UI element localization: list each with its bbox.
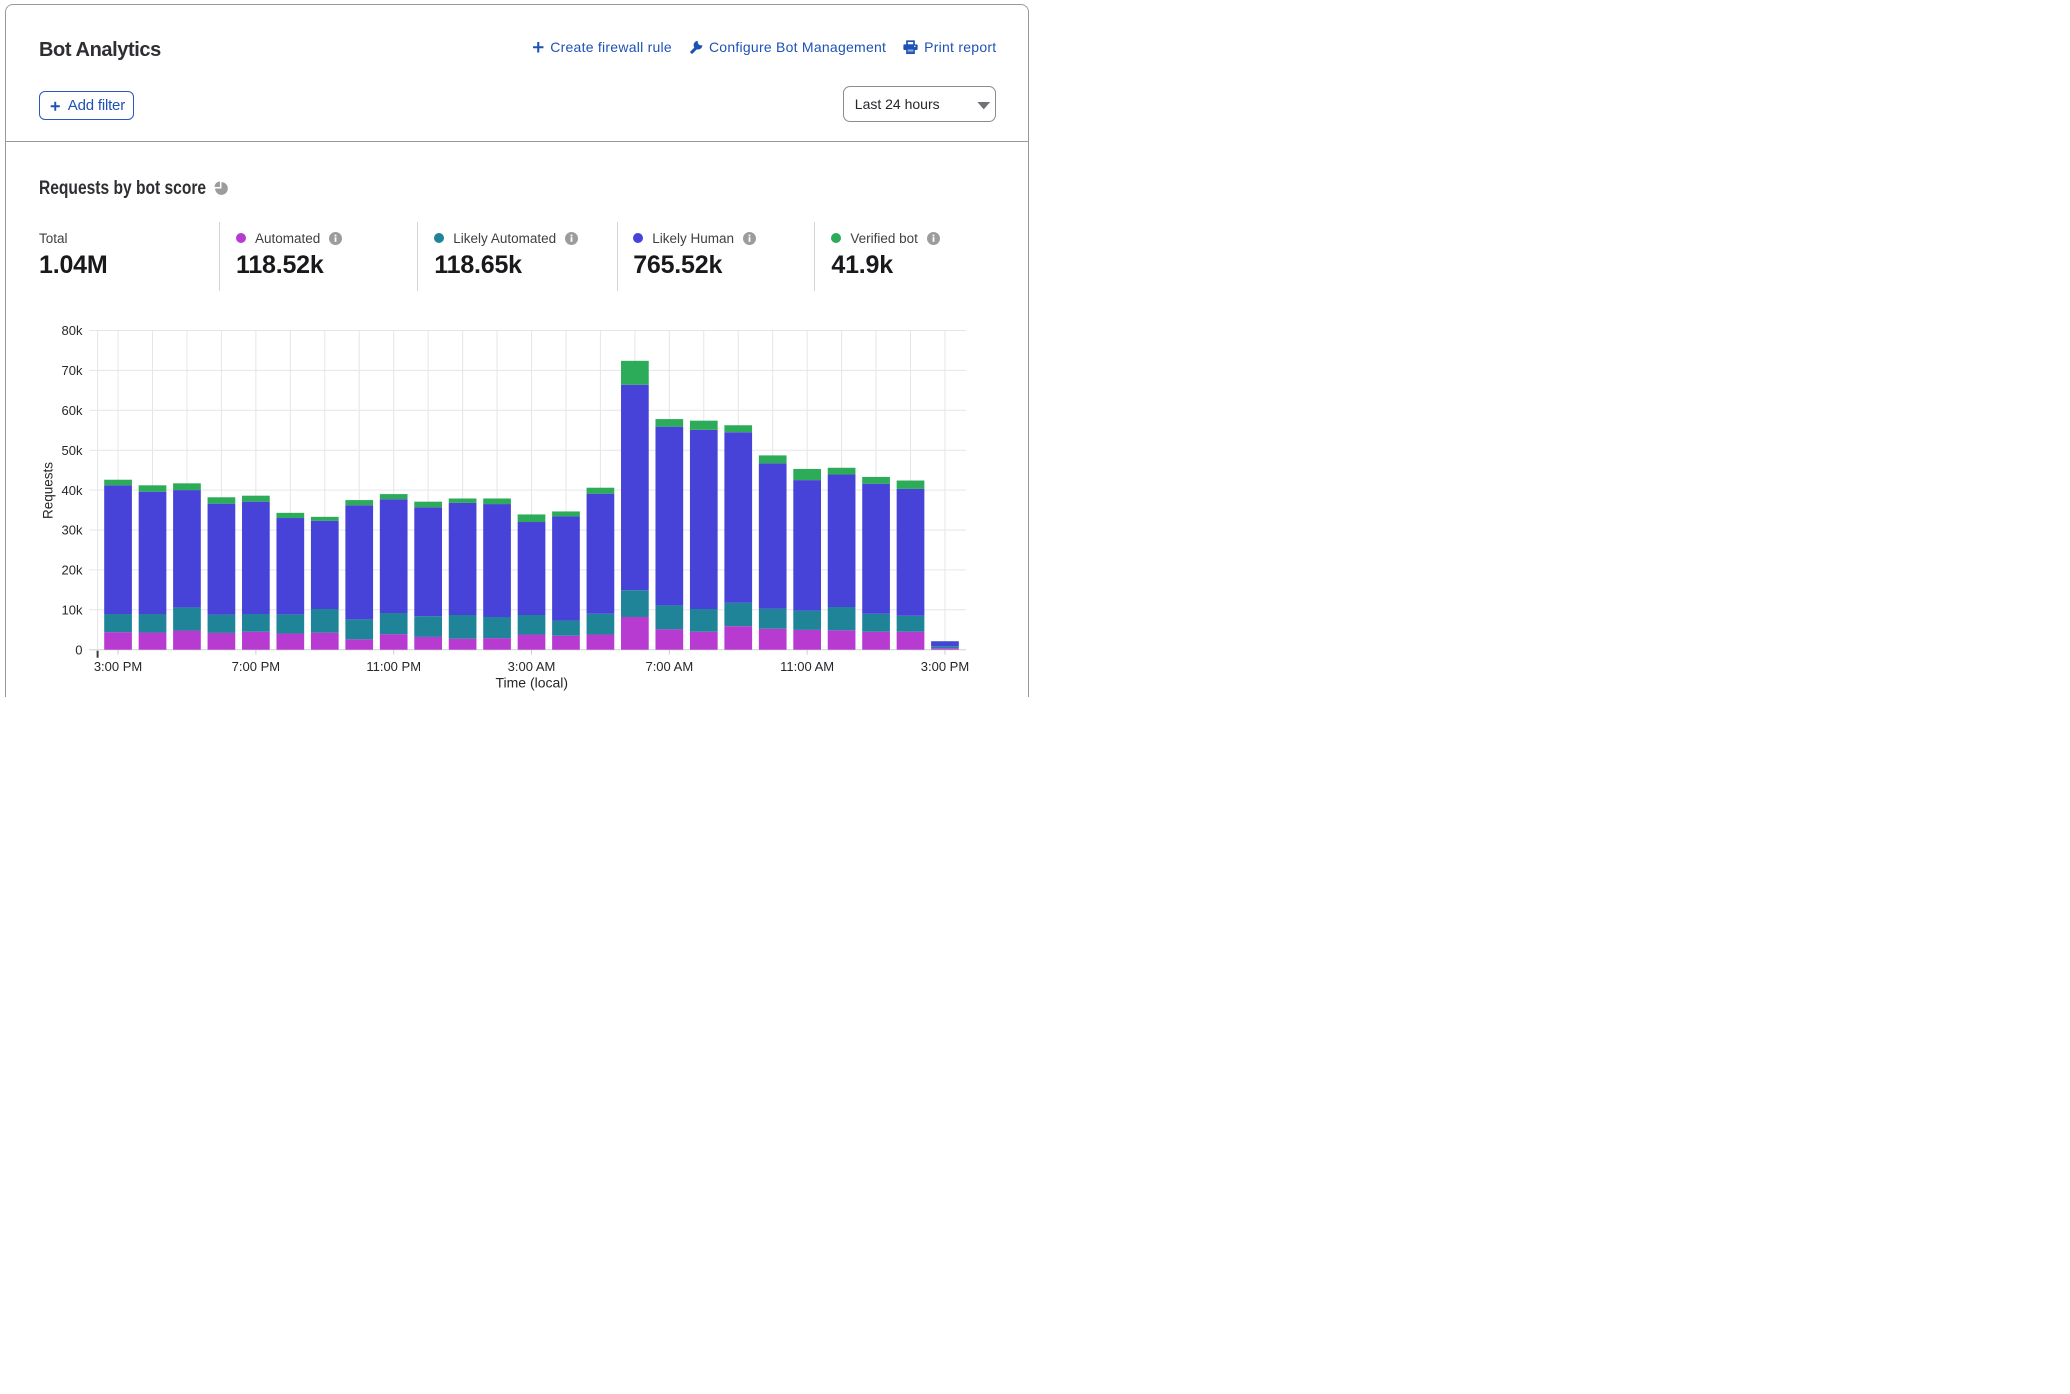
svg-text:0: 0 [75, 642, 82, 657]
svg-text:60k: 60k [62, 403, 83, 418]
svg-text:Time (local): Time (local) [495, 675, 568, 691]
svg-text:11:00 AM: 11:00 AM [780, 659, 834, 674]
svg-text:7:00 AM: 7:00 AM [645, 659, 693, 674]
svg-text:70k: 70k [62, 363, 83, 378]
svg-text:11:00 PM: 11:00 PM [366, 659, 421, 674]
svg-text:50k: 50k [62, 443, 83, 458]
svg-text:3:00 PM: 3:00 PM [921, 659, 969, 674]
svg-text:80k: 80k [62, 323, 83, 338]
svg-text:30k: 30k [62, 523, 83, 538]
svg-text:3:00 PM: 3:00 PM [94, 659, 142, 674]
svg-text:Requests: Requests [41, 462, 56, 519]
svg-text:20k: 20k [62, 563, 83, 578]
svg-text:3:00 AM: 3:00 AM [508, 659, 556, 674]
svg-text:40k: 40k [62, 483, 83, 498]
svg-text:10k: 10k [62, 603, 83, 618]
svg-text:7:00 PM: 7:00 PM [232, 659, 280, 674]
